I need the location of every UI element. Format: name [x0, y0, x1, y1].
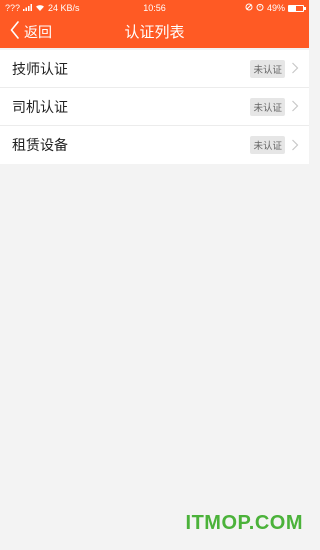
status-right: 49% [184, 3, 306, 13]
network-speed: 24 KB/s [48, 3, 80, 13]
certification-list: 技师认证 未认证 司机认证 未认证 租赁设备 未认证 [0, 50, 309, 164]
signal-icon [23, 3, 33, 13]
chevron-left-icon [10, 21, 20, 43]
chevron-right-icon [285, 136, 299, 155]
status-badge: 未认证 [250, 59, 285, 78]
status-badge: 未认证 [250, 136, 285, 154]
list-item-technician[interactable]: 技师认证 未认证 [0, 50, 309, 88]
list-item-label: 租赁设备 [12, 138, 68, 154]
nav-bar: 返回 认证列表 [0, 16, 309, 48]
carrier-text: ??? [5, 3, 21, 13]
wifi-icon [35, 3, 45, 13]
list-item-driver[interactable]: 司机认证 未认证 [0, 88, 309, 126]
chevron-right-icon [285, 97, 299, 116]
back-label: 返回 [24, 25, 52, 41]
list-item-label: 司机认证 [12, 99, 68, 116]
back-button[interactable]: 返回 [10, 16, 52, 48]
battery-icon [288, 4, 306, 12]
battery-fill [289, 5, 296, 11]
list-item-label: 技师认证 [12, 61, 68, 78]
chevron-right-icon [285, 59, 299, 78]
alarm-icon [256, 3, 264, 13]
status-bar: ??? 24 KB/s 10:56 49% [0, 0, 309, 16]
orientation-lock-icon [245, 3, 253, 13]
watermark-text: ITMOP.COM [185, 512, 303, 534]
status-badge: 未认证 [250, 97, 285, 116]
battery-percent: 49% [266, 3, 285, 13]
list-item-equipment-rental[interactable]: 租赁设备 未认证 [0, 126, 309, 164]
status-left: ??? 24 KB/s [5, 3, 125, 13]
status-time: 10:56 [143, 3, 166, 13]
